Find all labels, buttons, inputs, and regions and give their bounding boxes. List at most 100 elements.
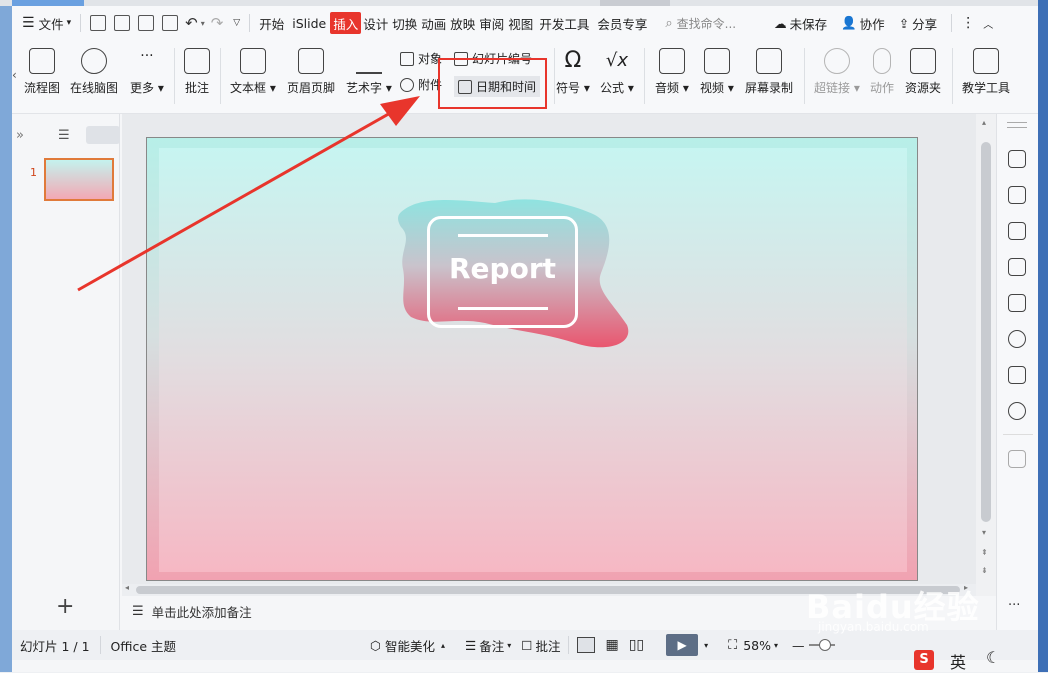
- comment-icon: ☐: [521, 637, 533, 653]
- slide-thumbnail-1[interactable]: [44, 158, 114, 201]
- fit-window-icon[interactable]: ⛶: [728, 638, 737, 653]
- symbol-button[interactable]: Ω 符号 ▾: [556, 48, 590, 96]
- customize-icon[interactable]: ▽: [233, 18, 240, 28]
- next-slide-icon[interactable]: ⇟: [981, 566, 988, 575]
- formula-button[interactable]: √x 公式 ▾: [600, 48, 634, 96]
- slideshow-play-button[interactable]: ▶: [666, 634, 699, 656]
- save-icon[interactable]: [90, 15, 107, 31]
- prev-slide-icon[interactable]: ⇞: [981, 548, 988, 557]
- comment-button[interactable]: 批注: [184, 48, 210, 96]
- scroll-left-icon[interactable]: ◂: [125, 583, 129, 592]
- slide-number: 1: [30, 166, 37, 179]
- cube-icon: ⬡: [370, 637, 381, 653]
- speaker-icon: [658, 48, 685, 74]
- object-button[interactable]: 对象: [400, 50, 442, 67]
- action-button[interactable]: 动作: [870, 48, 894, 96]
- collab-button[interactable]: 👤 协作: [837, 12, 889, 34]
- file-menu[interactable]: ☰ 文件 ▾: [12, 12, 75, 34]
- object-icon: [400, 51, 414, 66]
- sogou-ime-icon[interactable]: S: [914, 650, 934, 670]
- chevron-down-icon: ▾: [66, 18, 72, 28]
- video-button[interactable]: 视频 ▾: [700, 48, 734, 96]
- preview-icon[interactable]: [162, 15, 179, 31]
- theme-name[interactable]: Office 主题: [111, 636, 176, 655]
- teach-tools-button[interactable]: 教学工具: [962, 48, 1010, 96]
- textbox-button[interactable]: 文本框 ▾: [230, 48, 276, 96]
- wordart-icon: [355, 48, 382, 74]
- sliders-icon[interactable]: [1008, 186, 1026, 204]
- replace-icon[interactable]: [1008, 258, 1026, 276]
- wordart-button[interactable]: 艺术字 ▾: [346, 48, 392, 96]
- tab-view[interactable]: 视图: [506, 12, 535, 34]
- highlight-box: [438, 58, 547, 109]
- export-icon[interactable]: [114, 15, 131, 31]
- hamburger-icon: ☰: [22, 15, 35, 31]
- new-slide-button[interactable]: +: [56, 594, 74, 619]
- tab-home[interactable]: 开始: [255, 12, 288, 34]
- tab-member[interactable]: 会员专享: [593, 12, 651, 34]
- vertical-scrollbar[interactable]: ▴ ▾ ⇞ ⇟: [976, 114, 996, 596]
- sidebar-more-icon[interactable]: ···: [1008, 598, 1020, 613]
- redo-icon[interactable]: ↷: [211, 14, 224, 32]
- help-icon[interactable]: [1008, 402, 1026, 420]
- share-button[interactable]: ⇪ 分享: [895, 12, 942, 34]
- omega-icon: Ω: [564, 48, 582, 73]
- book-search-icon[interactable]: [1008, 366, 1026, 384]
- play-options-icon[interactable]: ▾: [704, 641, 708, 650]
- audio-button[interactable]: 音频 ▾: [655, 48, 689, 96]
- zoom-out-icon[interactable]: —: [792, 638, 805, 653]
- system-tray: S 英 ☾: [904, 646, 1038, 672]
- tab-design[interactable]: 设计: [361, 12, 390, 34]
- beautify-button[interactable]: ⬡ 智能美化 ▴: [370, 636, 445, 655]
- mindmap-button[interactable]: 在线脑图: [70, 48, 118, 96]
- zoom-level[interactable]: 58%: [743, 638, 771, 653]
- print-icon[interactable]: [138, 15, 155, 31]
- scroll-up-icon[interactable]: ▴: [982, 118, 986, 127]
- unsaved-status[interactable]: ☁ 未保存: [770, 12, 831, 34]
- title-line-top: [458, 234, 548, 237]
- command-search[interactable]: ⌕ 查找命令...: [665, 15, 736, 32]
- screen-record-button[interactable]: 屏幕录制: [745, 48, 793, 96]
- search-icon: ⌕: [665, 15, 673, 31]
- undo-icon[interactable]: ↶: [185, 14, 198, 32]
- notes-toggle[interactable]: ☰ 备注 ▾: [465, 636, 511, 655]
- slide-count: 幻灯片 1 / 1: [20, 638, 90, 654]
- user-plus-icon: 👤: [841, 15, 857, 30]
- moon-icon[interactable]: ☾: [986, 648, 1000, 667]
- flowchart-button[interactable]: 流程图: [24, 48, 60, 96]
- tab-developer[interactable]: 开发工具: [535, 12, 593, 34]
- hyperlink-button[interactable]: 超链接 ▾: [814, 48, 860, 96]
- rocket-icon[interactable]: [1008, 150, 1026, 168]
- resource-button[interactable]: 资源夹: [905, 48, 941, 96]
- slide-title[interactable]: Report: [427, 252, 578, 285]
- collapse-ribbon-icon[interactable]: ︿: [979, 12, 997, 34]
- reading-view-icon[interactable]: ▯▯: [629, 637, 644, 653]
- tab-review[interactable]: 审阅: [477, 12, 506, 34]
- tab-transition[interactable]: 切换: [390, 12, 419, 34]
- scroll-down-icon[interactable]: ▾: [982, 528, 986, 537]
- ribbon-scroll-left-icon[interactable]: ‹: [12, 68, 17, 82]
- outline-view-icon[interactable]: ☰: [58, 128, 70, 143]
- more-button[interactable]: ··· 更多 ▾: [130, 48, 164, 96]
- sorter-view-icon[interactable]: ▦: [605, 637, 618, 653]
- tab-slideshow[interactable]: 放映: [448, 12, 477, 34]
- magic-star-icon[interactable]: [1008, 222, 1026, 240]
- lightning-icon[interactable]: [1008, 330, 1026, 348]
- zoom-thumb[interactable]: [818, 639, 831, 651]
- attachment-button[interactable]: 附件: [400, 76, 442, 93]
- favorite-icon[interactable]: [1008, 450, 1026, 468]
- expand-panel-icon[interactable]: »: [16, 128, 24, 143]
- screen-record-icon: [756, 48, 782, 74]
- normal-view-icon[interactable]: [577, 637, 596, 653]
- zoom-slider[interactable]: [808, 639, 835, 651]
- comment-toggle[interactable]: ☐ 批注: [521, 636, 560, 655]
- tab-animation[interactable]: 动画: [419, 12, 448, 34]
- more-menu-icon[interactable]: ⋮: [957, 12, 979, 34]
- teach-icon: [973, 48, 999, 74]
- tab-islide[interactable]: iSlide: [288, 12, 330, 34]
- header-footer-button[interactable]: 页眉页脚: [287, 48, 335, 96]
- tab-insert[interactable]: 插入: [330, 12, 362, 34]
- ime-language[interactable]: 英: [950, 649, 966, 673]
- slide-view-icon[interactable]: [86, 126, 120, 144]
- picture-icon[interactable]: [1008, 294, 1026, 312]
